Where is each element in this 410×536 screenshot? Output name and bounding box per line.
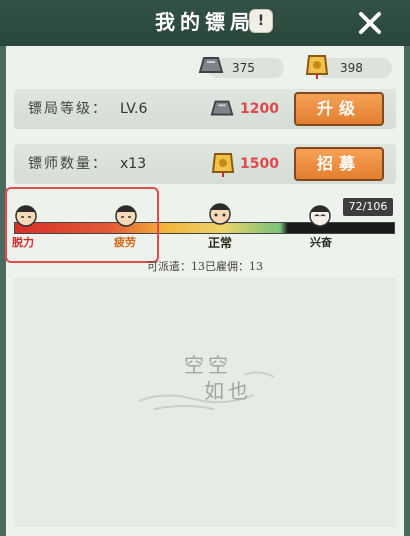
page-title: 我的镖局 xyxy=(155,10,255,34)
upgrade-cost: 1200 xyxy=(240,101,279,117)
close-icon[interactable] xyxy=(356,9,384,37)
empty-text-line1: 空空 xyxy=(184,353,232,377)
normal-guard-icon xyxy=(209,203,231,225)
agency-level-row: 镖局等级： LV.6 1200 升级 xyxy=(14,89,396,129)
guard-count-label: 镖师数量： xyxy=(28,156,108,172)
excited-guard-icon xyxy=(309,205,331,227)
silver-ingot-icon xyxy=(210,100,234,116)
token-value: 398 xyxy=(340,61,363,75)
state-normal-label: 正常 xyxy=(208,236,233,250)
gold-token-icon xyxy=(305,55,329,79)
guard-count-value: x13 xyxy=(120,156,147,172)
empty-text-line2: 如也 xyxy=(204,379,252,403)
help-icon[interactable]: ! xyxy=(249,9,273,33)
highlight-frame xyxy=(5,187,159,263)
recruit-cost: 1500 xyxy=(240,156,279,172)
level-label: 镖局等级： xyxy=(28,101,108,117)
level-value: LV.6 xyxy=(120,101,148,117)
guard-count-row: 镖师数量： x13 1500 招募 xyxy=(14,144,396,184)
title-bar: 我的镖局 ! xyxy=(0,0,410,46)
dispatch-status: 可派遣：13已雇佣：13 xyxy=(147,260,263,273)
silver-value: 375 xyxy=(232,61,255,75)
gold-token-icon xyxy=(211,153,235,177)
stamina-counter: 72/106 xyxy=(343,198,393,216)
guard-list: 空空 如也 xyxy=(14,277,396,527)
recruit-button[interactable]: 招募 xyxy=(294,147,384,181)
upgrade-button[interactable]: 升级 xyxy=(294,92,384,126)
state-excited-label: 兴奋 xyxy=(310,236,332,249)
silver-ingot-icon xyxy=(198,57,224,73)
